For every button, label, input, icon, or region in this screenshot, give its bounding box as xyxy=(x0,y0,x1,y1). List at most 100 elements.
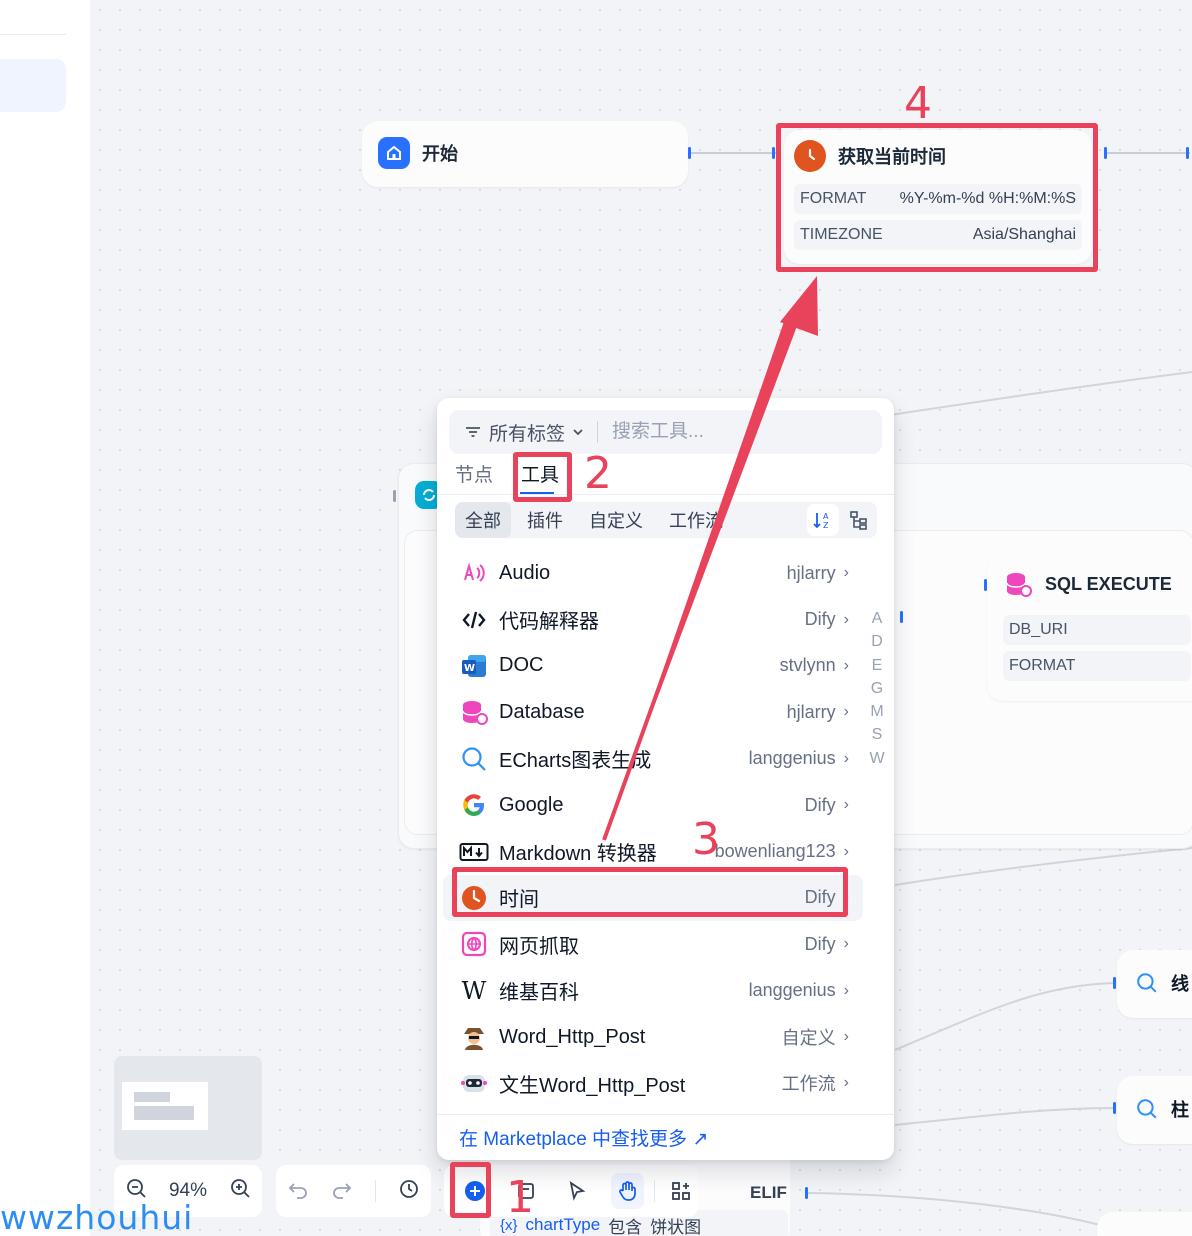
tool-author: bowenliang123 xyxy=(714,841,836,862)
chevron-down-icon xyxy=(573,429,583,436)
filter-icon xyxy=(466,427,480,437)
alpha-index-letter[interactable]: D xyxy=(871,630,883,653)
chevron-right-icon: › xyxy=(843,842,849,860)
tool-item-code-interpreter[interactable]: 代码解释器 Dify › xyxy=(443,596,863,642)
category-plugins[interactable]: 插件 xyxy=(517,502,573,538)
node-bottom-right-partial[interactable] xyxy=(1097,1212,1192,1236)
sql-input-handle[interactable] xyxy=(984,579,987,591)
tool-item-web-scrape[interactable]: 网页抓取 Dify › xyxy=(443,921,863,967)
annotation-box-tools-tab xyxy=(513,452,572,502)
tool-search-input[interactable] xyxy=(612,421,833,443)
left-panel-active-item[interactable] xyxy=(0,59,66,112)
tag-filter-label: 所有标签 xyxy=(489,423,566,445)
start-output-handle[interactable] xyxy=(688,147,691,159)
tool-name: 维基百科 xyxy=(499,982,579,1005)
hand-icon[interactable] xyxy=(611,1173,645,1209)
word-icon: W xyxy=(459,651,489,681)
tool-name: Markdown 转换器 xyxy=(499,843,657,866)
history-icon[interactable] xyxy=(398,1178,420,1205)
category-custom[interactable]: 自定义 xyxy=(579,502,653,538)
tool-item-text-to-word[interactable]: 文生Word_Http_Post 工作流 › xyxy=(443,1060,863,1106)
marketplace-link[interactable]: 在 Marketplace 中查找更多 ↗ xyxy=(459,1124,708,1151)
node-bar-chart-partial[interactable]: 柱 xyxy=(1117,1076,1192,1144)
pointer-icon[interactable] xyxy=(560,1173,593,1209)
annotation-box-add-node xyxy=(450,1162,491,1218)
alpha-index-letter[interactable]: A xyxy=(872,607,883,630)
chevron-right-icon: › xyxy=(843,749,849,767)
alpha-index-letter[interactable]: W xyxy=(869,747,884,770)
alphabet-index: A D E G M S W xyxy=(869,607,885,770)
search-divider xyxy=(597,421,599,443)
tool-picker-popup: 所有标签 节点 工具 全部 插件 自定义 工作流 AZ Audio xyxy=(437,398,894,1160)
elif-label: ELIF xyxy=(750,1183,787,1202)
tab-nodes[interactable]: 节点 xyxy=(455,460,493,487)
tool-author: 自定义 xyxy=(781,1028,836,1049)
chevron-right-icon: › xyxy=(843,564,849,582)
alpha-index-letter[interactable]: E xyxy=(872,654,883,677)
left-panel xyxy=(0,0,90,1236)
tool-author: stvlynn xyxy=(779,655,836,676)
category-all[interactable]: 全部 xyxy=(455,502,511,538)
undo-icon[interactable] xyxy=(287,1178,309,1205)
redo-icon[interactable] xyxy=(331,1178,353,1205)
node-sql-execute[interactable]: SQL EXECUTE DB_URI FORMAT xyxy=(987,553,1192,701)
tool-name: Database xyxy=(499,700,585,723)
iteration-output-handle[interactable] xyxy=(900,611,903,623)
tag-filter-dropdown[interactable]: 所有标签 xyxy=(449,419,585,446)
annotation-number-4: 4 xyxy=(904,78,932,129)
elif-output-handle[interactable] xyxy=(805,1187,808,1199)
get-time-output-handle[interactable] xyxy=(1104,147,1107,159)
get-time-input-handle[interactable] xyxy=(772,147,775,159)
bar-chart-input-handle[interactable] xyxy=(1113,1102,1116,1114)
sort-az-icon[interactable]: AZ xyxy=(807,504,839,536)
tool-name: 文生Word_Http_Post xyxy=(499,1074,686,1097)
tool-author: Dify xyxy=(804,609,836,630)
tool-list: Audio hjlarry › 代码解释器 Dify › W DOC stvly… xyxy=(443,550,863,1107)
annotation-number-2: 2 xyxy=(584,448,612,499)
tool-item-doc[interactable]: W DOC stvlynn › xyxy=(443,643,863,689)
alpha-index-letter[interactable]: S xyxy=(872,723,883,746)
tool-item-echarts[interactable]: ECharts图表生成 langgenius › xyxy=(443,736,863,782)
code-icon xyxy=(459,605,489,635)
tool-author: hjlarry xyxy=(786,701,836,722)
tree-view-icon[interactable] xyxy=(843,504,875,536)
tool-item-google[interactable]: Google Dify › xyxy=(443,782,863,828)
tool-item-audio[interactable]: Audio hjlarry › xyxy=(443,550,863,596)
node-line-chart-partial[interactable]: 线 xyxy=(1117,950,1192,1018)
minimap-node-b xyxy=(134,1106,194,1120)
tool-name: 代码解释器 xyxy=(499,611,599,634)
echarts-icon xyxy=(1137,1099,1157,1119)
audio-icon xyxy=(459,558,489,588)
home-icon xyxy=(378,137,410,169)
sql-param-db-uri: DB_URI xyxy=(1003,615,1191,645)
detective-icon xyxy=(459,1022,489,1052)
minimap[interactable] xyxy=(114,1056,262,1160)
toolbar-divider xyxy=(375,1180,376,1202)
svg-text:A: A xyxy=(823,512,829,521)
category-workflow[interactable]: 工作流 xyxy=(659,502,733,538)
annotation-box-get-time-node xyxy=(776,123,1098,272)
line-chart-input-handle[interactable] xyxy=(1113,977,1116,989)
sql-node-title: SQL EXECUTE xyxy=(1045,573,1172,594)
tool-name: 网页抓取 xyxy=(499,935,579,958)
toolbar-divider xyxy=(654,1180,655,1202)
robot-icon xyxy=(459,1068,489,1098)
tool-name: Google xyxy=(499,793,564,816)
zoom-in-icon[interactable] xyxy=(229,1177,251,1205)
history-controls xyxy=(276,1165,431,1217)
tool-item-word-http-post[interactable]: Word_Http_Post 自定义 › xyxy=(443,1014,863,1060)
echarts-icon xyxy=(1137,973,1157,993)
chevron-right-icon: › xyxy=(843,1074,849,1092)
tool-author: Dify xyxy=(804,933,836,954)
markdown-icon xyxy=(459,837,489,867)
iteration-input-handle[interactable] xyxy=(393,490,396,502)
next-node-input-handle[interactable] xyxy=(1186,147,1189,159)
chevron-right-icon: › xyxy=(843,935,849,953)
node-start[interactable]: 开始 xyxy=(362,121,688,187)
organize-layout-icon[interactable] xyxy=(665,1173,698,1209)
alpha-index-letter[interactable]: M xyxy=(870,700,883,723)
tool-item-database[interactable]: Database hjlarry › xyxy=(443,689,863,735)
alpha-index-letter[interactable]: G xyxy=(871,677,883,700)
tool-item-wikipedia[interactable]: W 维基百科 langgenius › xyxy=(443,968,863,1014)
chevron-right-icon: › xyxy=(843,796,849,814)
